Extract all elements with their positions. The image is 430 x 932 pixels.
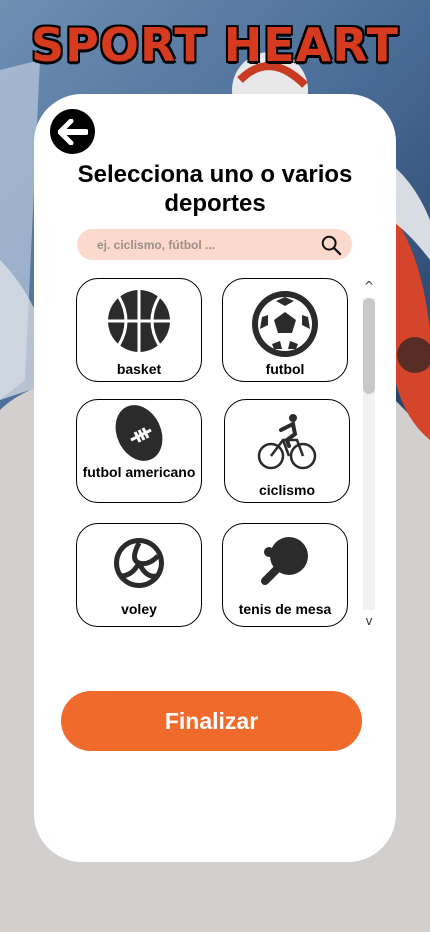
sport-label: basket: [116, 361, 162, 377]
finish-button[interactable]: Finalizar: [61, 691, 362, 751]
sport-tile-futbol-americano[interactable]: futbol americano: [76, 399, 202, 503]
arrow-left-icon: [57, 118, 88, 145]
sport-label: voley: [121, 601, 157, 617]
sport-tile-basket[interactable]: basket: [76, 278, 202, 382]
sports-list-scrollbar[interactable]: ^ v: [362, 279, 376, 628]
search-bar: [77, 229, 352, 260]
scroll-thumb[interactable]: [363, 298, 375, 394]
sport-label: futbol americano: [82, 464, 196, 480]
brand-logo-text: SPORT HEART: [31, 18, 399, 72]
scroll-down-arrow[interactable]: v: [362, 614, 376, 628]
ping-pong-paddle-icon: [261, 537, 308, 585]
soccer-ball-icon: [252, 291, 318, 357]
basketball-icon: [108, 290, 170, 352]
sport-label: tenis de mesa: [238, 601, 332, 617]
back-button[interactable]: [50, 109, 95, 154]
scroll-up-arrow[interactable]: ^: [362, 279, 376, 293]
sport-tile-ciclismo[interactable]: ciclismo: [224, 399, 350, 503]
search-icon[interactable]: [320, 234, 342, 256]
sport-tile-voley[interactable]: voley: [76, 523, 202, 627]
sport-selection-card: Selecciona uno o varios deportes basket: [34, 94, 396, 862]
volleyball-icon: [114, 538, 164, 588]
sport-label: ciclismo: [258, 482, 316, 498]
american-football-icon: [115, 405, 163, 461]
sport-label: futbol: [265, 361, 305, 377]
sport-tile-tenis-de-mesa[interactable]: tenis de mesa: [222, 523, 348, 627]
search-input[interactable]: [97, 229, 307, 260]
sport-tile-futbol[interactable]: futbol: [222, 278, 348, 382]
cyclist-icon: [257, 414, 317, 470]
page-title: Selecciona uno o varios deportes: [77, 161, 353, 217]
